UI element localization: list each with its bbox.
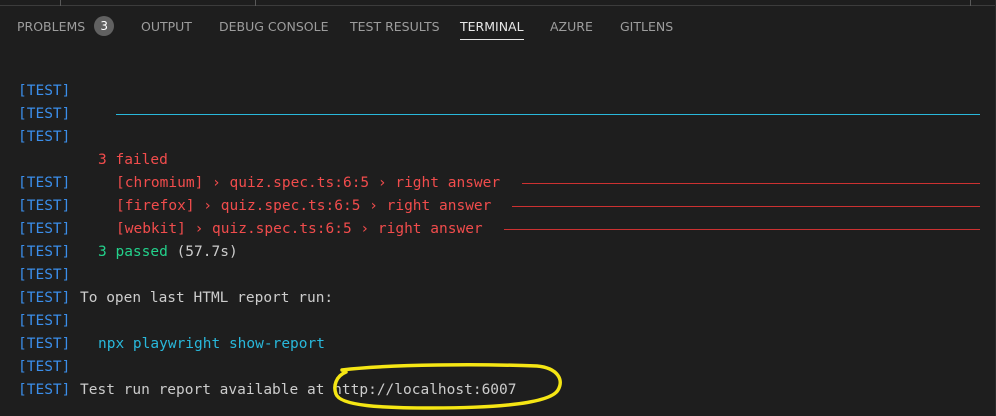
tab-azure-label: AZURE — [550, 19, 593, 34]
line-tag: [TEST] — [18, 83, 71, 99]
failed-test-chromium: [chromium] › quiz.spec.ts:6:5 › right an… — [116, 175, 501, 191]
panel-tab-bar: PROBLEMS 3 OUTPUT DEBUG CONSOLE TEST RESU… — [0, 6, 996, 42]
line-tag: [TEST] — [18, 129, 71, 145]
report-available-text: Test run report available at — [80, 382, 325, 398]
tab-debug-console-label: DEBUG CONSOLE — [219, 19, 329, 34]
line-tag: [TEST] — [18, 313, 71, 329]
failure-rule — [512, 206, 980, 207]
vscode-panel: PROBLEMS 3 OUTPUT DEBUG CONSOLE TEST RESU… — [0, 0, 996, 416]
problems-count-badge: 3 — [94, 16, 115, 36]
failure-rule — [504, 229, 980, 230]
report-available-line: Test run report available at http://loca… — [80, 379, 517, 402]
line-tag: [TEST] — [18, 290, 71, 306]
tab-test-results-label: TEST RESULTS — [350, 19, 440, 34]
terminal-line: [TEST] — [18, 126, 988, 149]
line-tag: [TEST] — [18, 221, 71, 237]
line-tag: [TEST] — [18, 175, 71, 191]
terminal-line: [TEST] — [18, 264, 988, 287]
failure-rule — [522, 183, 980, 184]
tab-problems-label: PROBLEMS — [17, 19, 86, 34]
tab-terminal-label: TERMINAL — [460, 19, 524, 34]
line-tag: [TEST] — [18, 244, 71, 260]
terminal-line: [TEST] — [18, 310, 988, 333]
tab-gitlens[interactable]: GITLENS — [620, 6, 673, 42]
line-tag: [TEST] — [18, 359, 71, 375]
tab-terminal[interactable]: TERMINAL — [460, 6, 524, 42]
active-tab-indicator — [460, 39, 524, 40]
passed-count: 3 passed — [98, 244, 168, 260]
open-report-hint: To open last HTML report run: — [80, 290, 334, 306]
separator-line — [116, 114, 980, 115]
tab-output-label: OUTPUT — [141, 19, 192, 34]
show-report-command: npx playwright show-report — [98, 336, 325, 352]
tab-gitlens-label: GITLENS — [620, 19, 674, 34]
terminal-line: [TEST] — [18, 356, 988, 379]
failed-summary: 3 failed — [98, 152, 168, 168]
tab-debug-console[interactable]: DEBUG CONSOLE — [219, 6, 328, 42]
line-tag: [TEST] — [18, 106, 71, 122]
passed-summary: 3 passed (57.7s) — [98, 241, 238, 264]
failed-test-firefox: [firefox] › quiz.spec.ts:6:5 › right ans… — [116, 198, 492, 214]
terminal-line: [TEST] — [18, 80, 988, 103]
terminal-output[interactable]: [TEST] [TEST] [TEST] 3 failed [TEST] [ch… — [0, 42, 996, 416]
tab-azure[interactable]: AZURE — [550, 6, 593, 42]
line-tag: [TEST] — [18, 198, 71, 214]
report-url-link[interactable]: http://localhost:6007 — [333, 382, 516, 398]
terminal-line: 3 failed — [98, 149, 996, 172]
passed-duration: (57.7s) — [176, 244, 238, 260]
tab-output[interactable]: OUTPUT — [141, 6, 192, 42]
line-tag: [TEST] — [18, 336, 71, 352]
line-tag: [TEST] — [18, 267, 71, 283]
line-tag: [TEST] — [18, 382, 71, 398]
tab-problems[interactable]: PROBLEMS 3 — [17, 6, 115, 42]
tab-test-results[interactable]: TEST RESULTS — [350, 6, 440, 42]
failed-test-webkit: [webkit] › quiz.spec.ts:6:5 › right answ… — [116, 221, 483, 237]
